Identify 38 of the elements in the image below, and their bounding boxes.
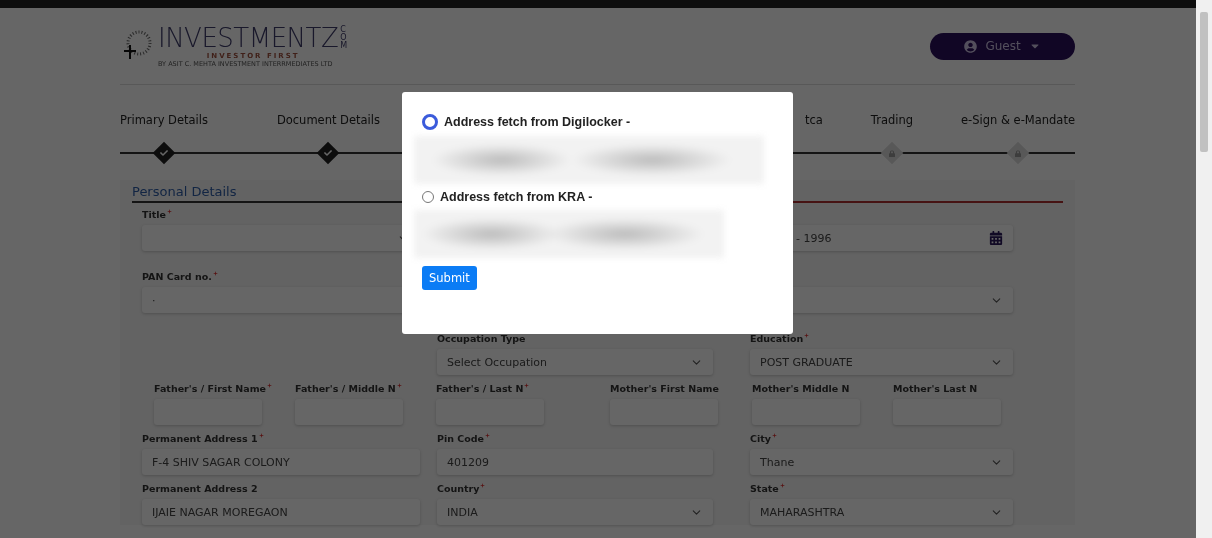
- user-menu-button[interactable]: Guest: [930, 32, 1075, 60]
- field-label: Father's / Middle N: [295, 383, 436, 397]
- field-label: Education: [750, 333, 1013, 347]
- step-label[interactable]: Trading: [870, 113, 914, 127]
- select-field[interactable]: Thane: [750, 449, 1013, 475]
- field-label: Father's / First Name: [154, 383, 295, 397]
- field-label: Pin Code: [437, 433, 713, 447]
- field-label: Mother's Last N: [893, 383, 979, 396]
- select-field[interactable]: POST GRADUATE: [750, 349, 1013, 375]
- field-label: Occupation Type: [437, 333, 527, 346]
- submit-button[interactable]: Submit: [422, 266, 477, 290]
- brand-name: INVESTMENTZ: [158, 24, 339, 52]
- field-label: Father's / Last N: [436, 383, 610, 397]
- field-label: Permanent Address 2: [142, 483, 259, 496]
- scrollbar[interactable]: [1196, 0, 1212, 538]
- field-label: Country: [437, 483, 713, 497]
- select-field[interactable]: MAHARASHTRA: [750, 499, 1013, 525]
- select-field[interactable]: INDIA: [437, 499, 713, 525]
- address-radio-option[interactable]: Address fetch from KRA -: [422, 190, 773, 204]
- step-label[interactable]: Primary Details: [120, 113, 208, 127]
- field-label: City: [750, 433, 1013, 447]
- step-label[interactable]: e-Sign & e-Mandate: [960, 113, 1075, 127]
- user-icon: [964, 39, 978, 53]
- input-field[interactable]: F-4 SHIV SAGAR COLONY: [142, 449, 420, 475]
- calendar-icon: [989, 231, 1003, 245]
- input-field[interactable]: IJAIE NAGAR MOREGAON: [142, 499, 420, 525]
- input-field[interactable]: 401209: [437, 449, 713, 475]
- address-radio-option[interactable]: Address fetch from Digilocker -: [422, 114, 773, 130]
- field-label: Mother's Middle N: [752, 383, 851, 396]
- field-label: Permanent Address 1: [142, 433, 420, 447]
- field-label: Mother's First Name: [610, 383, 720, 396]
- step-label[interactable]: tca: [805, 113, 823, 127]
- field-label: State: [750, 483, 1013, 497]
- brand-suffix: COM: [340, 26, 349, 50]
- step-label[interactable]: Document Details: [276, 113, 380, 127]
- field-label: PAN Card no.: [142, 271, 420, 285]
- select-field[interactable]: Select Occupation: [437, 349, 713, 375]
- field-label: Title: [142, 209, 420, 223]
